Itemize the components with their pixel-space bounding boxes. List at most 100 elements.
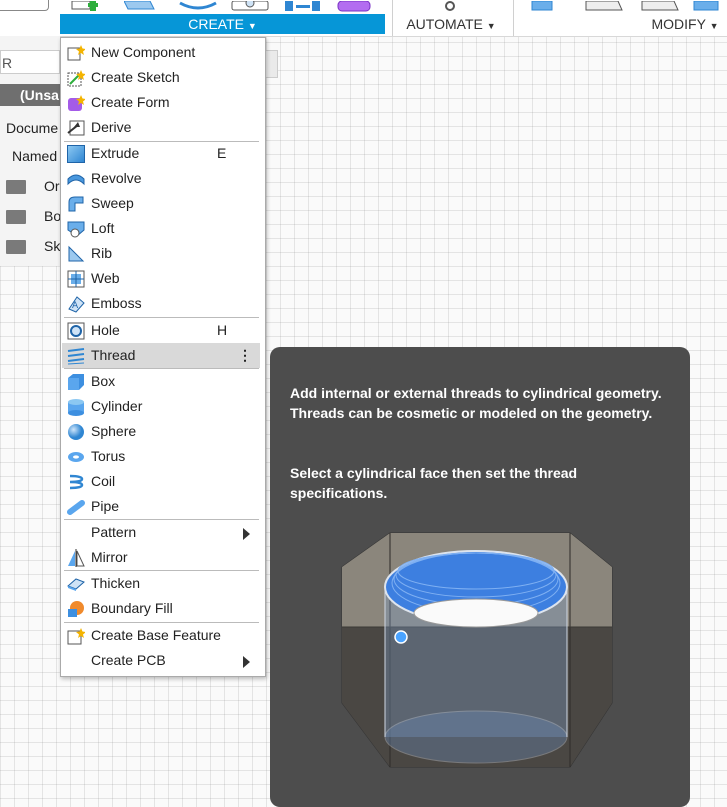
chevron-down-icon: ▼ xyxy=(709,21,719,31)
browser-row-document-settings[interactable]: Docume xyxy=(0,116,60,140)
menu-item-label: Sphere xyxy=(91,423,137,439)
pattern-tool-icon[interactable] xyxy=(284,0,322,11)
boundary-fill-icon xyxy=(67,600,85,618)
svg-text:A: A xyxy=(72,301,79,311)
tab-modify[interactable]: MODIFY ▼ xyxy=(640,14,727,34)
shell-tool-icon[interactable] xyxy=(692,0,722,11)
menu-item-new-component[interactable]: New Component xyxy=(62,40,260,65)
tooltip-instruction: Select a cylindrical face then set the t… xyxy=(290,465,578,501)
browser-row-sketches[interactable]: Sk xyxy=(0,234,60,258)
menu-item-label: Hole xyxy=(91,322,120,338)
panel-strip xyxy=(264,50,278,78)
menu-item-thread[interactable]: Thread ⋮ xyxy=(62,343,260,368)
chamfer-tool-icon[interactable] xyxy=(640,0,680,11)
menu-item-label: Web xyxy=(91,270,120,286)
derive-icon xyxy=(67,119,85,137)
browser-search[interactable]: R xyxy=(0,50,60,74)
folder-icon xyxy=(6,180,26,195)
rib-icon xyxy=(67,245,85,263)
browser-doc-header[interactable]: (Unsa xyxy=(0,84,60,106)
menu-item-pipe[interactable]: Pipe xyxy=(62,494,260,519)
fillet-tool-icon-svg xyxy=(585,0,623,11)
menu-item-cylinder[interactable]: Cylinder xyxy=(62,394,260,419)
tab-create[interactable]: CREATE ▼ xyxy=(60,14,385,34)
press-pull-tool-icon[interactable] xyxy=(530,0,558,11)
mirror-icon xyxy=(67,549,85,567)
new-component-tool-icon[interactable] xyxy=(70,0,106,11)
menu-item-sweep[interactable]: Sweep xyxy=(62,191,260,216)
menu-item-coil[interactable]: Coil xyxy=(62,469,260,494)
browser-row-named-views[interactable]: Named xyxy=(0,144,60,168)
browser-row-label: Sk xyxy=(44,238,60,254)
hole-tool-icon[interactable] xyxy=(230,0,270,11)
browser-row-label: Named xyxy=(12,148,58,164)
menu-item-torus[interactable]: Torus xyxy=(62,444,260,469)
menu-item-emboss[interactable]: A Emboss xyxy=(62,291,260,316)
menu-item-label: Loft xyxy=(91,220,115,236)
form-tool-icon[interactable] xyxy=(336,0,374,12)
menu-item-label: Create Form xyxy=(91,94,170,110)
menu-item-extrude[interactable]: Extrude E xyxy=(62,141,260,166)
menu-item-label: Boundary Fill xyxy=(91,600,173,616)
menu-item-label: Cylinder xyxy=(91,398,143,414)
menu-item-label: Mirror xyxy=(91,549,128,565)
sphere-icon xyxy=(67,423,85,441)
chamfer-tool-icon-svg xyxy=(641,0,679,11)
submenu-arrow-icon xyxy=(243,656,250,668)
thread-tooltip: Add internal or external threads to cyli… xyxy=(270,347,690,807)
menu-item-create-pcb[interactable]: Create PCB xyxy=(62,648,260,673)
tab-create-label: CREATE xyxy=(188,16,244,32)
form-tool-icon-svg xyxy=(337,0,371,12)
menu-item-pattern[interactable]: Pattern xyxy=(62,520,260,545)
menu-item-web[interactable]: Web xyxy=(62,266,260,291)
menu-item-label: New Component xyxy=(91,44,196,60)
threaded-nut-illustration xyxy=(341,532,613,768)
tool-icon[interactable] xyxy=(0,0,49,11)
emboss-icon: A xyxy=(67,295,85,313)
pattern-tool-icon-svg xyxy=(285,1,320,11)
menu-item-revolve[interactable]: Revolve xyxy=(62,166,260,191)
menu-item-box[interactable]: Box xyxy=(62,369,260,394)
browser-row-bodies[interactable]: Bo xyxy=(0,204,60,228)
menu-item-mirror[interactable]: Mirror xyxy=(62,545,260,570)
menu-item-derive[interactable]: Derive xyxy=(62,115,260,140)
tooltip-description: Add internal or external threads to cyli… xyxy=(290,385,662,421)
create-menu: New Component Create Sketch Create Form … xyxy=(60,37,266,677)
new-component-icon xyxy=(67,44,86,62)
revolve-tool-icon[interactable] xyxy=(178,0,218,10)
fillet-tool-icon[interactable] xyxy=(584,0,624,11)
extrude-icon xyxy=(67,145,85,163)
toolbar-divider xyxy=(392,0,393,36)
box-icon xyxy=(67,373,85,391)
shortcut-key: H xyxy=(217,322,228,338)
menu-item-label: Box xyxy=(91,373,116,389)
menu-item-hole[interactable]: Hole H xyxy=(62,318,260,343)
menu-item-create-base-feature[interactable]: Create Base Feature xyxy=(62,623,260,648)
menu-item-label: Pipe xyxy=(91,498,120,514)
revolve-icon xyxy=(67,170,85,188)
menu-item-create-sketch[interactable]: Create Sketch xyxy=(62,65,260,90)
menu-item-create-form[interactable]: Create Form xyxy=(62,90,260,115)
tab-automate[interactable]: AUTOMATE ▼ xyxy=(400,14,502,34)
shortcut-key: E xyxy=(217,145,227,161)
automate-tool-icon[interactable] xyxy=(440,0,460,11)
tab-automate-label: AUTOMATE xyxy=(406,16,483,32)
chevron-down-icon: ▼ xyxy=(486,21,496,31)
menu-item-label: Pattern xyxy=(91,524,137,540)
menu-item-label: Create Sketch xyxy=(91,69,180,85)
menu-item-label: Create Base Feature xyxy=(91,627,221,643)
extrude-tool-icon[interactable] xyxy=(123,0,158,10)
menu-item-boundary-fill[interactable]: Boundary Fill xyxy=(62,596,260,621)
browser-search-text: R xyxy=(2,55,13,71)
menu-item-loft[interactable]: Loft xyxy=(62,216,260,241)
menu-item-rib[interactable]: Rib xyxy=(62,241,260,266)
menu-item-sphere[interactable]: Sphere xyxy=(62,419,260,444)
menu-item-label: Derive xyxy=(91,119,132,135)
browser-doc-title: (Unsa xyxy=(20,87,59,103)
more-options-icon[interactable]: ⋮ xyxy=(238,343,252,368)
folder-icon xyxy=(6,240,26,255)
browser-row-origin[interactable]: Or xyxy=(0,174,60,198)
thread-icon xyxy=(67,347,85,365)
menu-item-label: Coil xyxy=(91,473,116,489)
menu-item-thicken[interactable]: Thicken xyxy=(62,571,260,596)
